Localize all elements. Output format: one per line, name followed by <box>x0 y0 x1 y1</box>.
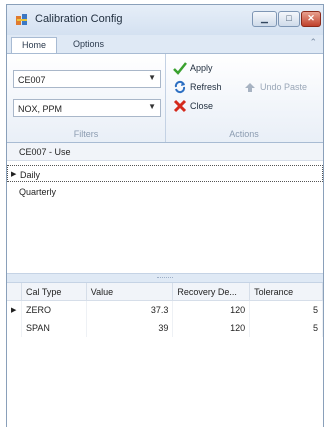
minimize-icon: ▁ <box>261 13 268 23</box>
filters-group-label: Filters <box>73 129 99 139</box>
maximize-icon: □ <box>286 13 292 23</box>
chevron-down-icon: ▼ <box>148 102 156 111</box>
maximize-button[interactable]: □ <box>278 11 300 27</box>
parameter-select[interactable]: NOX, PPM ▼ <box>13 99 161 117</box>
table-row[interactable]: ▶ ZERO 37.3 120 5 <box>7 300 323 319</box>
undo-paste-label: Undo Paste <box>260 82 308 92</box>
list-item[interactable]: Quarterly <box>7 183 323 200</box>
column-header-recovery[interactable]: Recovery De... <box>172 283 251 301</box>
title-bar[interactable]: Calibration Config ▁ □ ✕ <box>7 5 323 35</box>
splitter-grip[interactable] <box>157 277 173 280</box>
row-indicator-icon: ▶ <box>7 300 23 319</box>
minimize-button[interactable]: ▁ <box>252 11 277 27</box>
panel-splitter[interactable] <box>7 273 323 283</box>
actions-group-label: Actions <box>229 129 259 139</box>
column-header-cal-type[interactable]: Cal Type <box>21 283 87 301</box>
ribbon-collapse-icon[interactable]: ⌃ <box>309 37 317 48</box>
tolerance-cell[interactable]: 5 <box>249 300 323 319</box>
unit-select-value: CE007 <box>18 75 46 85</box>
list-item[interactable]: ▶ Daily <box>7 165 323 182</box>
column-header-value[interactable]: Value <box>86 283 174 301</box>
apply-label: Apply <box>190 63 213 73</box>
refresh-icon <box>174 80 186 94</box>
checkmark-icon <box>173 62 187 75</box>
actions-group: Apply Refresh Undo Paste Close Actions <box>165 54 323 142</box>
row-indicator <box>7 319 23 337</box>
calibration-grid-panel: Cal Type Value Recovery De... Tolerance … <box>7 283 323 428</box>
value-cell[interactable]: 39 <box>86 319 174 337</box>
window-title: Calibration Config <box>35 13 123 25</box>
parameter-select-value: NOX, PPM <box>18 104 63 114</box>
table-row[interactable]: SPAN 39 120 5 <box>7 319 323 337</box>
tolerance-cell[interactable]: 5 <box>249 319 323 337</box>
cal-type-cell[interactable]: SPAN <box>21 319 87 337</box>
schedule-list: CE007 - Use ▶ Daily Quarterly <box>7 143 323 273</box>
tab-options[interactable]: Options <box>63 37 114 53</box>
schedule-header: CE007 - Use <box>7 143 323 161</box>
schedule-header-label: CE007 - Use <box>19 147 71 157</box>
list-item-label: Quarterly <box>19 187 57 197</box>
filters-group: CE007 ▼ NOX, PPM ▼ Filters <box>7 54 166 142</box>
app-icon <box>16 14 27 25</box>
refresh-label: Refresh <box>190 82 222 92</box>
list-item-label: Daily <box>20 170 41 180</box>
calibration-grid: Cal Type Value Recovery De... Tolerance … <box>7 283 323 337</box>
row-indicator-icon: ▶ <box>11 171 17 178</box>
recovery-cell[interactable]: 120 <box>172 300 251 319</box>
calibration-config-window: Calibration Config ▁ □ ✕ Home Options ⌃ … <box>6 4 324 428</box>
close-x-icon <box>173 99 187 113</box>
close-window-button[interactable]: ✕ <box>301 11 321 27</box>
value-cell[interactable]: 37.3 <box>86 300 174 319</box>
unit-select[interactable]: CE007 ▼ <box>13 70 161 88</box>
chevron-down-icon: ▼ <box>148 73 156 82</box>
close-label: Close <box>190 101 214 111</box>
ribbon-tabs: Home Options <box>7 35 323 53</box>
close-icon: ✕ <box>307 13 315 23</box>
column-header-tolerance[interactable]: Tolerance <box>249 283 323 301</box>
ribbon: CE007 ▼ NOX, PPM ▼ Filters Apply Refresh… <box>7 53 323 143</box>
recovery-cell[interactable]: 120 <box>172 319 251 337</box>
row-header-corner <box>7 283 23 301</box>
cal-type-cell[interactable]: ZERO <box>21 300 87 319</box>
tab-home[interactable]: Home <box>11 37 58 53</box>
undo-paste-icon <box>245 83 255 92</box>
